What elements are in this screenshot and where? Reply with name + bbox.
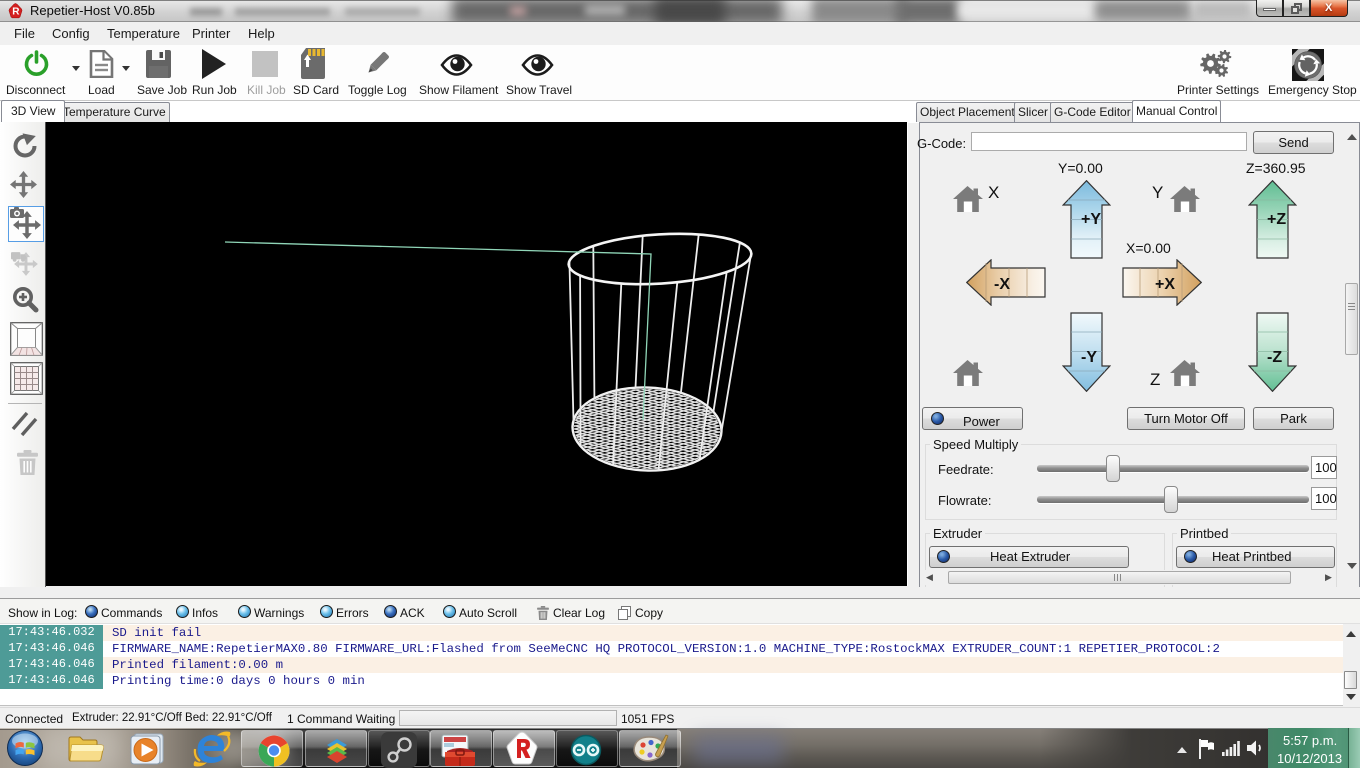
- svg-text:-X: -X: [994, 276, 1010, 293]
- svg-text:-Y: -Y: [1081, 349, 1097, 366]
- svg-text:+Z: +Z: [1267, 211, 1286, 228]
- svg-text:+Y: +Y: [1081, 211, 1101, 228]
- svg-text:R: R: [12, 7, 20, 18]
- svg-text:+X: +X: [1155, 276, 1175, 293]
- svg-text:-Z: -Z: [1267, 349, 1282, 366]
